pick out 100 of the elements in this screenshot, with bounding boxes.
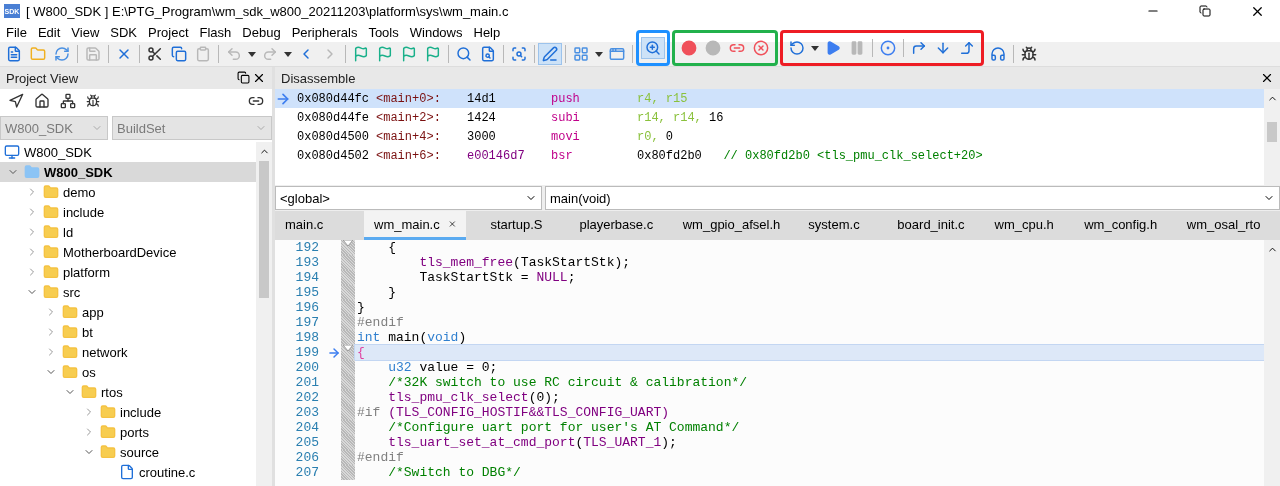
close-icon[interactable]: [1260, 71, 1274, 85]
code-line: int main(void): [356, 330, 468, 345]
bug-icon[interactable]: [86, 94, 100, 108]
tree-item[interactable]: ports: [0, 422, 256, 442]
tree-item[interactable]: src: [0, 282, 256, 302]
redo-icon: [262, 46, 278, 62]
tree-icon[interactable]: [60, 93, 76, 109]
zoom-icon: [645, 40, 661, 56]
pause-icon: [849, 40, 865, 56]
code-line: /*Switch to DBG*/: [387, 465, 522, 480]
mnemonic: push: [551, 91, 581, 106]
tree-item[interactable]: network: [0, 342, 256, 362]
tree-item[interactable]: MotherboardDevice: [0, 242, 256, 262]
file-tab[interactable]: board_init.c: [887, 211, 971, 240]
navigate-icon[interactable]: [8, 93, 24, 109]
file-tab[interactable]: main.c: [275, 211, 350, 240]
menu-item[interactable]: Project: [144, 22, 196, 42]
arrow-down-icon: [935, 40, 951, 56]
tree-item[interactable]: include: [0, 402, 256, 422]
tree-item[interactable]: os: [0, 362, 256, 382]
menu-item[interactable]: Edit: [33, 22, 68, 42]
flag-icon: [401, 46, 417, 62]
window-title: [ W800_SDK ] E:\PTG_Program\wm_sdk_w800_20211203\platform\sys\wm_main.c: [26, 3, 510, 19]
flag-icon: [377, 46, 393, 62]
scope-dropdown[interactable]: <global>: [275, 186, 542, 210]
line-number: 206: [294, 450, 319, 465]
operands: r14, r14, 16: [637, 110, 725, 125]
opcode: 14d1: [467, 91, 497, 106]
bug-icon: [1021, 46, 1037, 62]
code-line: /*Configure uart port for user's AT Command*/: [387, 420, 741, 435]
menu-item[interactable]: Windows: [405, 22, 470, 42]
folder-icon: [100, 424, 116, 440]
folder-icon: [62, 304, 78, 320]
zoom-button[interactable]: [642, 38, 664, 58]
home-icon[interactable]: [34, 93, 50, 109]
opcode: e00146d7: [467, 148, 526, 163]
panel-title: Disassemble: [281, 70, 356, 86]
folder-icon: [43, 204, 59, 220]
line-number: 194: [294, 270, 319, 285]
fold-marker-icon[interactable]: [343, 345, 353, 351]
file-tab[interactable]: system.c: [798, 211, 874, 240]
panel-title: Project View: [6, 70, 78, 86]
pen-icon: [542, 46, 558, 62]
tree-item[interactable]: source: [0, 442, 256, 462]
scrollbar[interactable]: [1264, 240, 1280, 486]
folder-icon: [62, 324, 78, 340]
code-line: }: [387, 285, 397, 300]
close-icon[interactable]: [252, 71, 266, 85]
line-number: 193: [294, 255, 319, 270]
symbol: <main+4>:: [376, 129, 441, 144]
tree-item[interactable]: platform: [0, 262, 256, 282]
scrollbar[interactable]: [1264, 89, 1280, 185]
folder-icon: [62, 364, 78, 380]
tree-item[interactable]: rtos: [0, 382, 256, 402]
file-tab[interactable]: playerbase.c: [569, 211, 659, 240]
menu-item[interactable]: View: [67, 22, 107, 42]
menu-item[interactable]: File: [2, 22, 34, 42]
restore-icon: [1199, 5, 1211, 17]
folder-icon: [43, 264, 59, 280]
scrollbar-thumb[interactable]: [1267, 122, 1277, 142]
undo-icon: [226, 46, 242, 62]
menu-item[interactable]: Debug: [238, 22, 288, 42]
address: 0x080d44fc: [297, 91, 369, 106]
menu-item[interactable]: Tools: [364, 22, 406, 42]
tree-item[interactable]: W800_SDK: [0, 162, 256, 182]
file-tab[interactable]: wm_gpio_afsel.h: [672, 211, 785, 240]
folder-icon: [43, 244, 59, 260]
file-tab[interactable]: wm_main.c: [364, 211, 467, 240]
folder-icon: [100, 444, 116, 460]
tree-item[interactable]: bt: [0, 322, 256, 342]
fold-marker-icon[interactable]: [343, 240, 353, 246]
open-folder-icon: [30, 46, 46, 62]
tree-item[interactable]: ld: [0, 222, 256, 242]
operands: r4, r15: [637, 91, 689, 106]
menu-item[interactable]: SDK: [106, 22, 145, 42]
tree-item[interactable]: W800_SDK: [0, 142, 256, 162]
window-icon: [609, 46, 625, 62]
scrollbar[interactable]: [256, 142, 272, 486]
reset-icon: [789, 40, 805, 56]
file-search-icon: [480, 46, 496, 62]
menu-item[interactable]: Flash: [195, 22, 239, 42]
search-icon: [511, 46, 527, 62]
tree-item[interactable]: app: [0, 302, 256, 322]
code-line: {: [387, 240, 397, 255]
file-tab[interactable]: wm_config.h: [1074, 211, 1163, 240]
menu-item[interactable]: Help: [469, 22, 508, 42]
caret-icon: [595, 51, 603, 57]
function-dropdown[interactable]: main(void): [545, 186, 1280, 210]
pen-button[interactable]: [539, 44, 561, 64]
tree-item[interactable]: croutine.c: [0, 462, 256, 482]
file-tab[interactable]: wm_osal_rto: [1176, 211, 1266, 240]
tree-item[interactable]: include: [0, 202, 256, 222]
tree-item[interactable]: demo: [0, 182, 256, 202]
refresh-icon: [54, 46, 70, 62]
file-tab[interactable]: wm_cpu.h: [984, 211, 1061, 240]
scrollbar-thumb[interactable]: [259, 161, 269, 298]
file-tab[interactable]: startup.S: [480, 211, 556, 240]
scissors-icon: [147, 46, 163, 62]
float-icon[interactable]: [237, 71, 250, 84]
menu-item[interactable]: Peripherals: [287, 22, 365, 42]
